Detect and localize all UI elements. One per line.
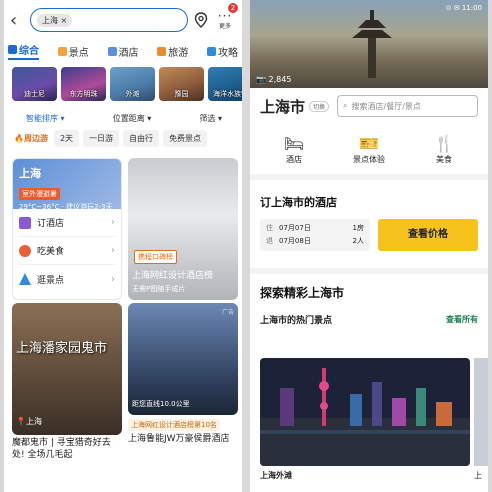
tag-nearby-trip[interactable]: 🔥周边游: [12, 130, 50, 147]
destination-thumbs: 迪士尼 东方明珠 外滩 豫园 海洋水族馆: [4, 62, 242, 102]
book-hotel-title: 订上海市的酒店: [260, 196, 337, 209]
utensils-icon: 🍴: [434, 133, 454, 153]
pagoda-icon: [352, 10, 392, 78]
food-icon: [19, 244, 31, 257]
flag-icon: [157, 46, 167, 56]
chevron-right-icon: ›: [111, 217, 115, 228]
city-name: 上海: [19, 167, 41, 180]
hotel-icon: [19, 216, 31, 229]
photo-count: 📷 2,845: [256, 75, 292, 84]
hotel-icon: [107, 46, 117, 56]
city-item-food[interactable]: 吃美食 ›: [19, 237, 115, 265]
tab-guides[interactable]: 攻略: [207, 44, 238, 59]
hot-attractions-title: 上海市的热门景点: [260, 315, 333, 326]
ghost-market-overlay: 上海潘家园鬼市: [16, 341, 108, 356]
sort-filter[interactable]: 智能排序 ▾: [26, 113, 65, 124]
notification-badge: 2: [228, 2, 238, 13]
city-item-attractions[interactable]: 逛景点 ›: [19, 265, 115, 293]
left-app-screen: ‹ 上海 × 2 ··· 更多 综合 景点 酒店 旅游 攻略 迪士尼 东方明珠: [4, 0, 242, 492]
status-bar: ⊙ ✉ 11:00: [445, 4, 482, 12]
search-chip[interactable]: 上海 ×: [37, 13, 73, 27]
hero-photo[interactable]: ⊙ ✉ 11:00 📷 2,845: [250, 0, 488, 88]
thumb-aquarium[interactable]: 海洋水族馆: [208, 67, 242, 101]
rooms-count: 1房: [352, 224, 364, 232]
tag-day-trip[interactable]: 一日游: [83, 129, 120, 147]
guests-count: 2人: [352, 237, 364, 245]
bund-night-photo: [260, 358, 470, 466]
city-item-hotels[interactable]: 订酒店 ›: [19, 209, 115, 237]
feed-grid: 上海 室外漫避暑 29°C~36°C · 建议游玩2-3天 订酒店 › 吃美食 …: [4, 148, 242, 468]
category-tabs: 综合 景点 酒店 旅游 攻略: [4, 40, 242, 62]
search-input[interactable]: 上海 ×: [30, 8, 188, 32]
right-app-screen: ⊙ ✉ 11:00 📷 2,845 上海市 切换 ⌕ 搜索酒店/餐厅/景点 🛏 …: [250, 0, 488, 492]
more-button[interactable]: 2 ··· 更多: [214, 2, 238, 30]
jw-marriott-card[interactable]: 广告 距您直线10.0公里: [128, 303, 238, 415]
ranking-pill: 携程口碑榜: [134, 250, 177, 264]
hot-attractions-header: 上海市的热门景点 查看所有: [250, 309, 488, 329]
city-title: 上海市: [260, 97, 306, 116]
thumb-bund[interactable]: 外滩: [110, 67, 155, 101]
search-placeholder: 搜索酒店/餐厅/景点: [351, 101, 421, 111]
tab-overall[interactable]: 综合: [8, 42, 39, 60]
city-title-bar: 上海市 切换 ⌕ 搜索酒店/餐厅/景点: [250, 88, 488, 124]
hotel-ranking-subtitle: 无需P图随手成片: [132, 285, 186, 293]
attraction-name-next: 上: [474, 471, 482, 480]
city-card-header: 上海 室外漫避暑 29°C~36°C · 建议游玩2-3天: [13, 159, 121, 211]
see-all-link[interactable]: 查看所有: [446, 314, 478, 325]
filter-bar: 智能排序 ▾ 位置距离 ▾ 筛选 ▾: [4, 102, 242, 128]
distance-filter[interactable]: 位置距离 ▾: [113, 113, 152, 124]
grid-icon: [8, 45, 17, 54]
back-icon[interactable]: ‹: [10, 10, 24, 31]
tab-attractions[interactable]: 景点: [57, 44, 89, 59]
search-input[interactable]: ⌕ 搜索酒店/餐厅/景点: [337, 95, 478, 117]
ticket-icon: 🎫: [359, 133, 379, 153]
option-experiences[interactable]: 🎫 景点体验: [339, 134, 399, 165]
attraction-card-bund[interactable]: [260, 358, 470, 466]
option-food[interactable]: 🍴 美食: [414, 134, 474, 165]
ghost-market-location: 📍上海: [16, 417, 42, 426]
ticket-icon: [57, 46, 67, 56]
ghost-market-card[interactable]: 上海潘家园鬼市 📍上海: [12, 303, 122, 435]
tag-2days[interactable]: 2天: [53, 129, 80, 147]
bed-icon: 🛏: [283, 133, 305, 153]
check-price-button[interactable]: 查看价格: [378, 219, 478, 251]
checkout-date: 07月08日: [279, 237, 311, 245]
attraction-name: 上海外滩: [260, 471, 292, 480]
weather-text: 29°C~36°C · 建议游玩2-3天: [19, 203, 113, 211]
top-bar: ‹ 上海 × 2 ··· 更多: [4, 0, 242, 40]
tag-free-attractions[interactable]: 免费景点: [163, 129, 208, 147]
hotel-ranking-title: 上海网红设计酒店榜: [132, 271, 214, 281]
chevron-right-icon: ›: [111, 273, 115, 285]
tab-hotels[interactable]: 酒店: [107, 44, 139, 59]
screenshot: ‹ 上海 × 2 ··· 更多 综合 景点 酒店 旅游 攻略 迪士尼 东方明珠: [0, 0, 492, 492]
location-icon[interactable]: [194, 12, 208, 28]
option-hotels[interactable]: 🛏 酒店: [264, 134, 324, 165]
explore-title: 探索精彩上海市: [260, 286, 345, 300]
quick-tags: 🔥周边游 2天 一日游 自由行 免费景点: [4, 128, 242, 148]
chevron-right-icon: ›: [111, 245, 115, 256]
city-card[interactable]: 上海 室外漫避暑 29°C~36°C · 建议游玩2-3天 订酒店 › 吃美食 …: [12, 158, 122, 300]
switch-city-button[interactable]: 切换: [309, 100, 330, 112]
attraction-card-next[interactable]: [474, 358, 488, 466]
service-options: 🛏 酒店 🎫 景点体验 🍴 美食: [250, 124, 488, 174]
date-picker[interactable]: 住 07月07日 退 07月08日 1房 2人: [260, 219, 370, 251]
search-icon: ⌕: [343, 101, 348, 110]
jw-rank-tag: 上海网红设计酒店榜第10名: [128, 419, 220, 431]
hotel-booking-row: 住 07月07日 退 07月08日 1房 2人 查看价格: [260, 218, 478, 252]
checkin-date: 07月07日: [279, 224, 311, 232]
thumb-pearl-tower[interactable]: 东方明珠: [61, 67, 106, 101]
ghost-market-caption[interactable]: 魔都鬼市 | 寻宝猎奇好去处! 全场几毛起: [12, 437, 122, 461]
ad-label: 广告: [221, 309, 234, 316]
mountain-icon: [19, 273, 31, 285]
hot-tag: 室外漫避暑: [19, 188, 60, 200]
tab-tours[interactable]: 旅游: [157, 44, 188, 59]
hotel-ranking-card[interactable]: 携程口碑榜 上海网红设计酒店榜 无需P图随手成片: [128, 158, 238, 300]
thumb-disney[interactable]: 迪士尼: [12, 67, 57, 101]
jw-marriott-caption[interactable]: 上海鲁能JW万豪侯爵酒店: [128, 433, 238, 445]
more-filter[interactable]: 筛选 ▾: [199, 113, 222, 124]
distance-text: 距您直线10.0公里: [132, 400, 190, 408]
book-icon: [207, 46, 216, 56]
thumb-yuyuan[interactable]: 豫园: [159, 67, 204, 101]
tag-self-guided[interactable]: 自由行: [123, 129, 160, 147]
